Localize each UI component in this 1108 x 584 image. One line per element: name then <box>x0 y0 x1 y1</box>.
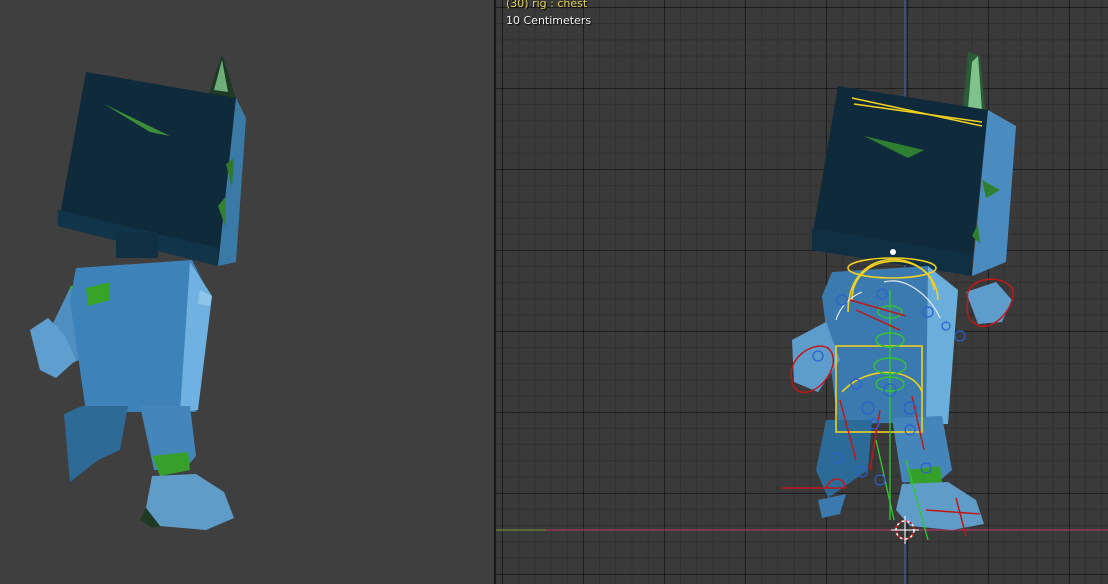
rig-scene <box>496 0 1108 584</box>
viewport-render-preview[interactable] <box>0 0 494 584</box>
grid-scale-label: 10 Centimeters <box>506 14 592 27</box>
character-leg-back <box>64 406 128 482</box>
character-foot <box>146 474 234 530</box>
character-render <box>30 54 246 530</box>
viewport-rig-editor[interactable]: (30) rig : chest 10 Centimeters <box>496 0 1108 584</box>
bone-head-joint[interactable] <box>890 249 896 255</box>
active-object-label: (30) rig : chest <box>506 0 588 10</box>
character-hand-front <box>966 282 1012 324</box>
